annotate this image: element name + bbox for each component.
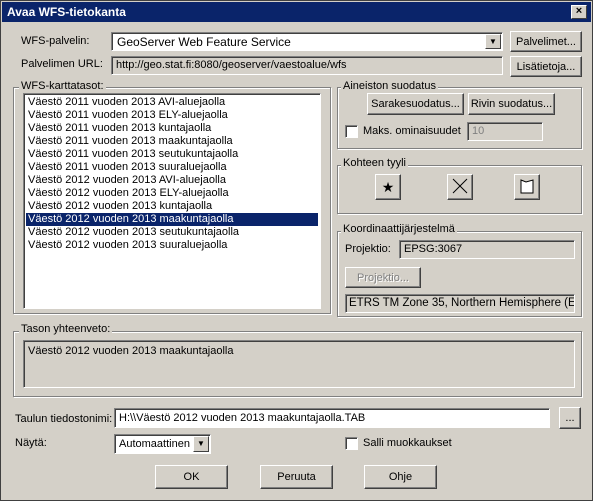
layer-list-item[interactable]: Väestö 2012 vuoden 2013 seutukuntajaolla (26, 226, 318, 239)
projection-button[interactable]: Projektio... (345, 267, 421, 288)
max-features-field[interactable]: 10 (467, 122, 543, 141)
layer-list-item[interactable]: Väestö 2011 vuoden 2013 AVI-aluejaolla (26, 96, 318, 109)
allow-edit-checkbox[interactable] (345, 437, 358, 450)
ok-button[interactable]: OK (155, 465, 228, 489)
close-button[interactable]: × (571, 5, 587, 19)
summary-text: Väestö 2012 vuoden 2013 maakuntajaolla (28, 345, 234, 357)
servers-button[interactable]: Palvelimet... (510, 31, 582, 52)
show-label: Näytä: (15, 437, 47, 449)
help-button[interactable]: Ohje (364, 465, 437, 489)
row-filter-button[interactable]: Rivin suodatus... (468, 93, 555, 115)
crs-group-label: Koordinaattijärjestelmä (341, 223, 457, 235)
layer-list-item[interactable]: Väestö 2012 vuoden 2013 kuntajaolla (26, 200, 318, 213)
filename-value: H:\\Väestö 2012 vuoden 2013 maakuntajaol… (119, 412, 366, 424)
layer-list-item[interactable]: Väestö 2011 vuoden 2013 maakuntajaolla (26, 135, 318, 148)
info-button[interactable]: Lisätietoja... (510, 56, 582, 77)
max-features-value: 10 (472, 125, 485, 137)
line-style-button[interactable] (447, 174, 473, 200)
point-style-button[interactable]: ★ (375, 174, 401, 200)
summary-group-label: Tason yhteenveto: (19, 323, 113, 335)
projection-label: Projektio: (345, 243, 391, 255)
crs-description-field: ETRS TM Zone 35, Northern Hemisphere (ET… (345, 294, 575, 313)
browse-button[interactable]: ... (559, 407, 581, 429)
layer-list-item[interactable]: Väestö 2012 vuoden 2013 maakuntajaolla (26, 213, 318, 226)
server-label: WFS-palvelin: (21, 35, 90, 47)
server-dropdown[interactable]: GeoServer Web Feature Service ▼ (111, 32, 503, 51)
url-value: http://geo.stat.fi:8080/geoserver/vaesto… (116, 59, 347, 71)
show-value: Automaattinen (119, 438, 190, 450)
cross-line-icon (452, 178, 468, 193)
filter-group-label: Aineiston suodatus (341, 80, 438, 92)
max-features-checkbox[interactable] (345, 125, 358, 138)
window-title: Avaa WFS-tietokanta (7, 5, 126, 19)
projection-field: EPSG:3067 (399, 240, 575, 259)
layer-list-item[interactable]: Väestö 2012 vuoden 2013 AVI-aluejaolla (26, 174, 318, 187)
layer-list-item[interactable]: Väestö 2011 vuoden 2013 ELY-aluejaolla (26, 109, 318, 122)
crs-description: ETRS TM Zone 35, Northern Hemisphere (ET… (349, 297, 575, 309)
show-dropdown[interactable]: Automaattinen ▼ (114, 434, 211, 454)
wfs-open-dialog: Avaa WFS-tietokanta × WFS-palvelin: GeoS… (0, 0, 593, 501)
star-symbol-icon: ★ (381, 178, 395, 195)
layers-list[interactable]: Väestö 2011 vuoden 2013 AVI-aluejaolla Vä… (23, 93, 321, 309)
max-features-label: Maks. ominaisuudet (363, 125, 461, 137)
layer-list-item[interactable]: Väestö 2011 vuoden 2013 kuntajaolla (26, 122, 318, 135)
chevron-down-icon[interactable]: ▼ (193, 436, 209, 452)
filename-input[interactable]: H:\\Väestö 2012 vuoden 2013 maakuntajaol… (114, 408, 550, 428)
style-group-label: Kohteen tyyli (341, 157, 408, 169)
allow-edit-label: Salli muokkaukset (363, 437, 452, 449)
url-label: Palvelimen URL: (21, 58, 103, 70)
layer-list-item[interactable]: Väestö 2011 vuoden 2013 seutukuntajaolla (26, 148, 318, 161)
cancel-button[interactable]: Peruuta (260, 465, 333, 489)
summary-box: Väestö 2012 vuoden 2013 maakuntajaolla (23, 340, 575, 388)
chevron-down-icon[interactable]: ▼ (485, 34, 501, 49)
column-filter-button[interactable]: Sarakesuodatus... (367, 93, 464, 115)
title-bar: Avaa WFS-tietokanta × (2, 2, 591, 22)
region-style-button[interactable] (514, 174, 540, 200)
region-fill-icon (520, 178, 534, 193)
layers-group-label: WFS-karttatasot: (19, 80, 106, 92)
url-field: http://geo.stat.fi:8080/geoserver/vaesto… (111, 56, 503, 75)
filename-label: Taulun tiedostonimi: (15, 413, 113, 425)
server-value: GeoServer Web Feature Service (117, 35, 291, 49)
layer-list-item[interactable]: Väestö 2012 vuoden 2013 ELY-aluejaolla (26, 187, 318, 200)
layer-list-item[interactable]: Väestö 2011 vuoden 2013 suuraluejaolla (26, 161, 318, 174)
layer-list-item[interactable]: Väestö 2012 vuoden 2013 suuraluejaolla (26, 239, 318, 252)
projection-value: EPSG:3067 (404, 243, 463, 255)
